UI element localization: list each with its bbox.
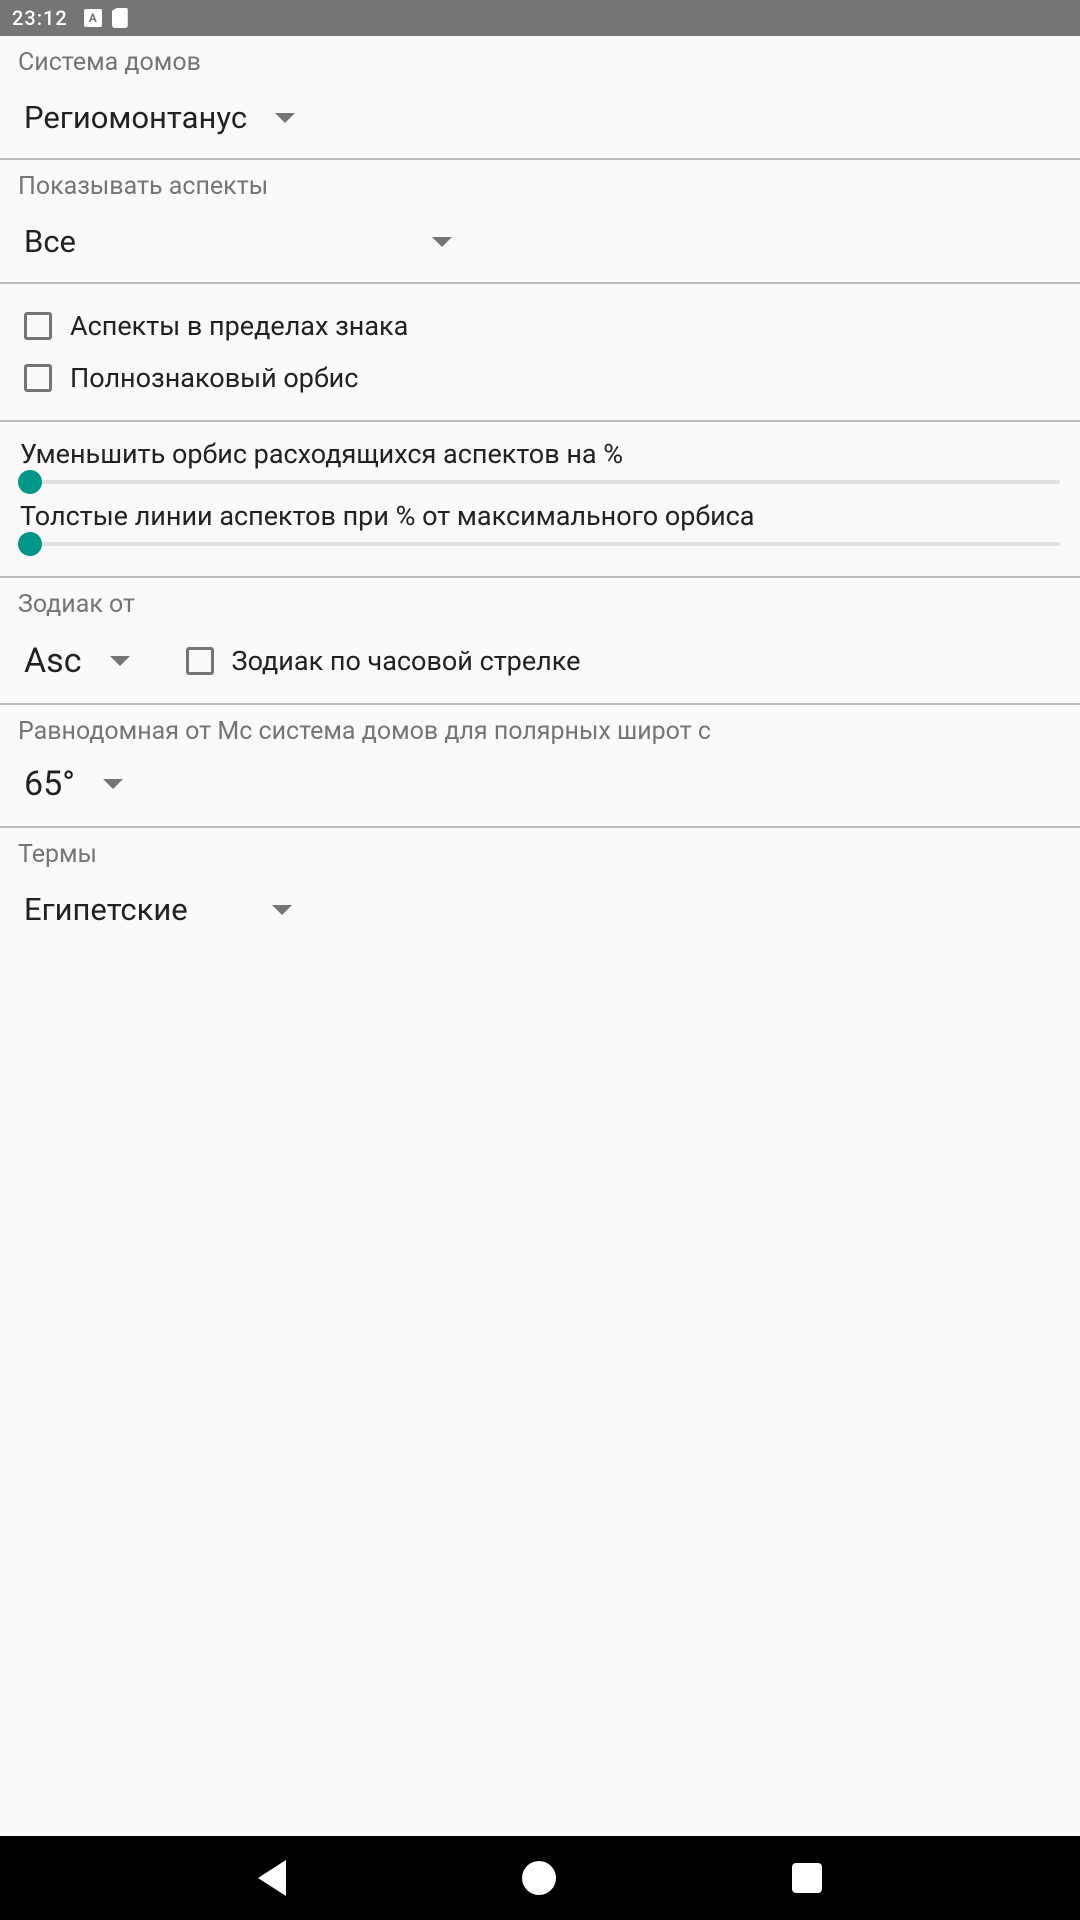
slider-thumb-icon [18, 532, 42, 556]
thick-lines-slider[interactable] [20, 542, 1060, 546]
sd-card-icon [112, 8, 128, 28]
show-aspects-value: Все [24, 223, 76, 260]
house-system-section: Система домов Региомонтанус [0, 36, 1080, 158]
polar-dropdown[interactable]: 65° [18, 760, 129, 808]
reduce-orb-slider-block: Уменьшить орбис расходящихся аспектов на… [18, 434, 1062, 496]
house-system-label: Система домов [18, 48, 1062, 77]
status-bar: 23:12 A [0, 0, 1080, 36]
thick-lines-slider-block: Толстые линии аспектов при % от максимал… [18, 496, 1062, 558]
status-time: 23:12 [12, 6, 68, 30]
terms-value: Египетские [24, 891, 188, 928]
show-aspects-dropdown[interactable]: Все [18, 219, 458, 264]
chevron-down-icon [275, 113, 295, 123]
zodiac-from-value: Asc [24, 641, 82, 681]
navigation-bar [0, 1836, 1080, 1920]
house-system-value: Региомонтанус [24, 99, 247, 136]
checkbox-icon [24, 312, 52, 340]
whole-sign-orb-label: Полнознаковый орбис [70, 362, 358, 394]
chevron-down-icon [110, 656, 130, 666]
settings-content: Система домов Региомонтанус Показывать а… [0, 36, 1080, 950]
checkbox-icon [186, 647, 214, 675]
nav-home-button[interactable] [522, 1861, 556, 1895]
show-aspects-section: Показывать аспекты Все [0, 158, 1080, 282]
keyboard-indicator-icon: A [84, 9, 102, 27]
polar-value: 65° [24, 764, 75, 804]
aspect-options-section: Аспекты в пределах знака Полнознаковый о… [0, 282, 1080, 420]
slider-thumb-icon [18, 470, 42, 494]
thick-lines-label: Толстые линии аспектов при % от максимал… [18, 500, 1062, 532]
zodiac-from-section: Зодиак от Asc Зодиак по часовой стрелке [0, 576, 1080, 703]
terms-dropdown[interactable]: Египетские [18, 887, 298, 932]
within-sign-checkbox-row[interactable]: Аспекты в пределах знака [18, 300, 1062, 352]
zodiac-clockwise-label: Зодиак по часовой стрелке [232, 645, 581, 677]
reduce-orb-slider[interactable] [20, 480, 1060, 484]
checkbox-icon [24, 364, 52, 392]
house-system-dropdown[interactable]: Региомонтанус [18, 95, 301, 140]
zodiac-from-dropdown[interactable]: Asc [18, 637, 136, 685]
reduce-orb-label: Уменьшить орбис расходящихся аспектов на… [18, 438, 1062, 470]
whole-sign-orb-checkbox-row[interactable]: Полнознаковый орбис [18, 352, 1062, 404]
orb-sliders-section: Уменьшить орбис расходящихся аспектов на… [0, 420, 1080, 576]
within-sign-label: Аспекты в пределах знака [70, 310, 408, 342]
zodiac-clockwise-checkbox-row[interactable]: Зодиак по часовой стрелке [186, 645, 581, 677]
nav-recent-button[interactable] [792, 1863, 822, 1893]
polar-label: Равнодомная от Mc система домов для поля… [18, 717, 1062, 746]
terms-label: Термы [18, 840, 1062, 869]
show-aspects-label: Показывать аспекты [18, 172, 1062, 201]
terms-section: Термы Египетские [0, 826, 1080, 950]
zodiac-from-label: Зодиак от [18, 590, 1062, 619]
polar-section: Равнодомная от Mc система домов для поля… [0, 703, 1080, 826]
chevron-down-icon [103, 779, 123, 789]
chevron-down-icon [432, 237, 452, 247]
chevron-down-icon [272, 905, 292, 915]
nav-back-button[interactable] [258, 1860, 286, 1896]
